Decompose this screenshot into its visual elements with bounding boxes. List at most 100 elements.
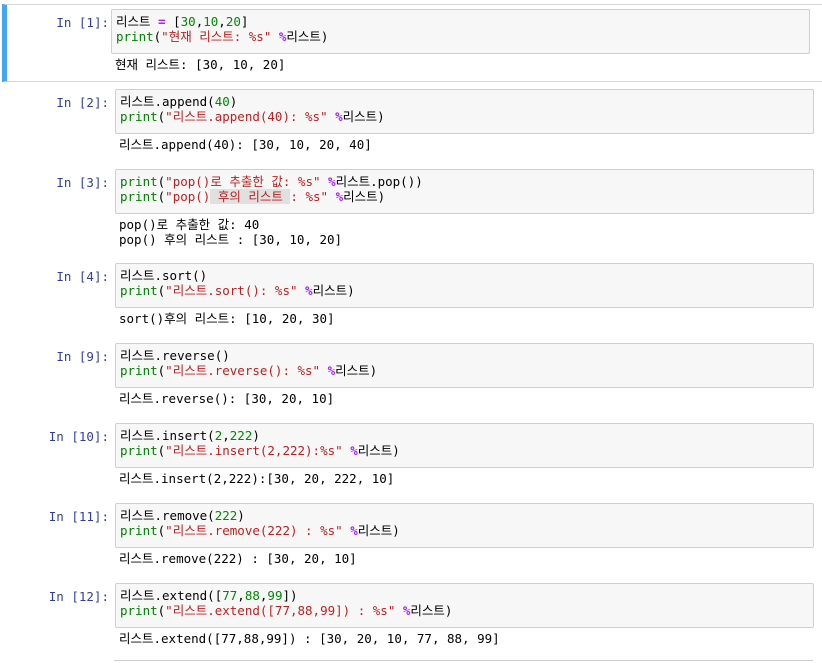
cell-output: 리스트.extend([77,88,99]) : [30, 20, 10, 77… [119,631,500,646]
code-token: % [350,523,358,538]
cell-output: 리스트.remove(222) : [30, 20, 10] [119,551,357,566]
code-line: 리스트 = [30,10,20] [116,14,805,29]
code-token: 리스트.sort() [120,268,208,283]
notebook-cell[interactable]: In [10]: 리스트.insert(2,222) print("리스트.ins… [6,418,820,496]
input-prompt: In [9]: [56,349,109,364]
input-prompt: In [10]: [48,429,109,444]
code-input[interactable]: 리스트.extend([77,88,99]) print("리스트.extend(… [115,583,814,628]
notebook-cell[interactable]: In [12]: 리스트.extend([77,88,99]) print("리스… [6,578,820,656]
notebook-cell[interactable]: In [3]: print("pop()로 추출한 값: %s" %리스트.po… [6,164,820,258]
code-line: print("pop()로 추출한 값: %s" %리스트.pop()) [120,174,809,189]
code-token: print [120,363,158,378]
notebook-cell[interactable]: In [2]: 리스트.append(40) print("리스트.append(… [6,84,820,162]
code-token: "pop() [165,189,211,204]
code-token: 리스트.pop()) [335,174,423,189]
code-token: , [222,428,230,443]
code-token: 리스트) [312,283,355,298]
code-line: 리스트.insert(2,222) [120,428,809,443]
code-input[interactable]: print("pop()로 추출한 값: %s" %리스트.pop()) prin… [115,169,814,214]
code-line: print("리스트.extend([77,88,99]) : %s" %리스트… [120,603,809,618]
notebook-cell[interactable]: In [11]: 리스트.remove(222) print("리스트.remov… [6,498,820,576]
input-prompt: In [11]: [48,509,109,524]
code-line: print("pop() 후의 리스트 : %s" %리스트) [120,189,809,204]
code-token: 77 [222,588,238,603]
output-line: sort()후의 리스트: [10, 20, 30] [119,311,335,326]
cell-output: 리스트.append(40): [30, 10, 20, 40] [119,137,372,152]
code-token: : %s" [290,189,329,204]
code-input[interactable]: 리스트.reverse() print("리스트.reverse(): %s" %… [115,343,814,388]
code-line: print("현재 리스트: %s" %리스트) [116,29,805,44]
notebook-cell[interactable]: In [4]: 리스트.sort() print("리스트.sort(): %s"… [6,258,820,336]
code-token: print [120,523,158,538]
next-cell-divider [114,660,813,661]
code-input[interactable]: 리스트.append(40) print("리스트.append(40): %s"… [115,89,814,134]
code-token: 리스트.insert( [120,428,215,443]
output-line: pop() 후의 리스트 : [30, 10, 20] [119,232,343,247]
code-token: print [120,283,158,298]
code-token: 40 [214,94,230,109]
cell-output: 현재 리스트: [30, 10, 20] [115,57,285,72]
code-token: 리스트) [357,523,400,538]
output-line: 리스트.extend([77,88,99]) : [30, 20, 10, 77… [119,631,500,646]
code-input[interactable]: 리스트.remove(222) print("리스트.remove(222) : … [115,503,814,548]
code-token: 리스트.append( [120,94,215,109]
code-line: print("리스트.remove(222) : %s" %리스트) [120,523,809,538]
code-line: 리스트.append(40) [120,94,809,109]
cell-output: pop()로 추출한 값: 40 pop() 후의 리스트 : [30, 10, … [119,217,342,247]
code-token: 리스트) [286,29,329,44]
notebook-cell[interactable]: In [1]: 리스트 = [30,10,20] print("현재 리스트: %… [2,4,822,82]
code-token: 리스트) [342,109,385,124]
code-token: 99 [267,588,283,603]
code-token: ) [229,94,238,109]
code-line: print("리스트.sort(): %s" %리스트) [120,283,809,298]
code-token: [ [165,14,181,29]
code-token: "리스트.append(40): %s" [165,109,328,124]
code-token: 20 [225,14,241,29]
cell-output: 리스트.insert(2,222):[30, 20, 222, 10] [119,471,394,486]
code-token: , [237,588,245,603]
cell-output: sort()후의 리스트: [10, 20, 30] [119,311,335,326]
code-line: 리스트.remove(222) [120,508,809,523]
notebook-cell[interactable]: In [9]: 리스트.reverse() print("리스트.reverse(… [6,338,820,416]
code-token: , [218,14,226,29]
code-token: "리스트.remove(222) : %s" [165,523,343,538]
input-prompt: In [3]: [56,175,109,190]
code-token: % [328,174,336,189]
code-token: ]) [282,588,298,603]
code-line: print("리스트.reverse(): %s" %리스트) [120,363,809,378]
code-input[interactable]: 리스트.sort() print("리스트.sort(): %s" %리스트) [115,263,814,308]
input-prompt: In [2]: [56,95,109,110]
code-token: print [120,174,158,189]
code-line: print("리스트.append(40): %s" %리스트) [120,109,809,124]
input-prompt: In [12]: [48,589,109,604]
code-input[interactable]: 리스트.insert(2,222) print("리스트.insert(2,222… [115,423,814,468]
code-token: % [305,283,313,298]
code-token: "리스트.sort(): %s" [165,283,298,298]
code-token: = [158,14,166,29]
code-token: 222 [214,508,238,523]
output-line: pop()로 추출한 값: 40 [119,217,260,232]
code-token: ) [252,428,260,443]
code-token: ] [240,14,249,29]
code-line: print("리스트.insert(2,222):%s" %리스트) [120,443,809,458]
code-line: 리스트.extend([77,88,99]) [120,588,809,603]
output-line: 리스트.remove(222) : [30, 20, 10] [119,551,357,566]
code-token: 리스트) [335,363,378,378]
code-token: 88 [244,588,260,603]
code-line: 리스트.reverse() [120,348,809,363]
input-prompt: In [4]: [56,269,109,284]
output-line: 현재 리스트: [30, 10, 20] [115,57,286,72]
code-token: "현재 리스트: %s" [161,29,272,44]
code-token: "리스트.insert(2,222):%s" [165,443,343,458]
code-token: 리스트.reverse() [120,348,230,363]
code-token: "pop()로 추출한 값: %s" [165,174,321,189]
code-token: % [350,443,358,458]
code-token: print [120,603,158,618]
code-input[interactable]: 리스트 = [30,10,20] print("현재 리스트: %s" %리스트) [111,9,810,54]
code-token: 222 [229,428,253,443]
